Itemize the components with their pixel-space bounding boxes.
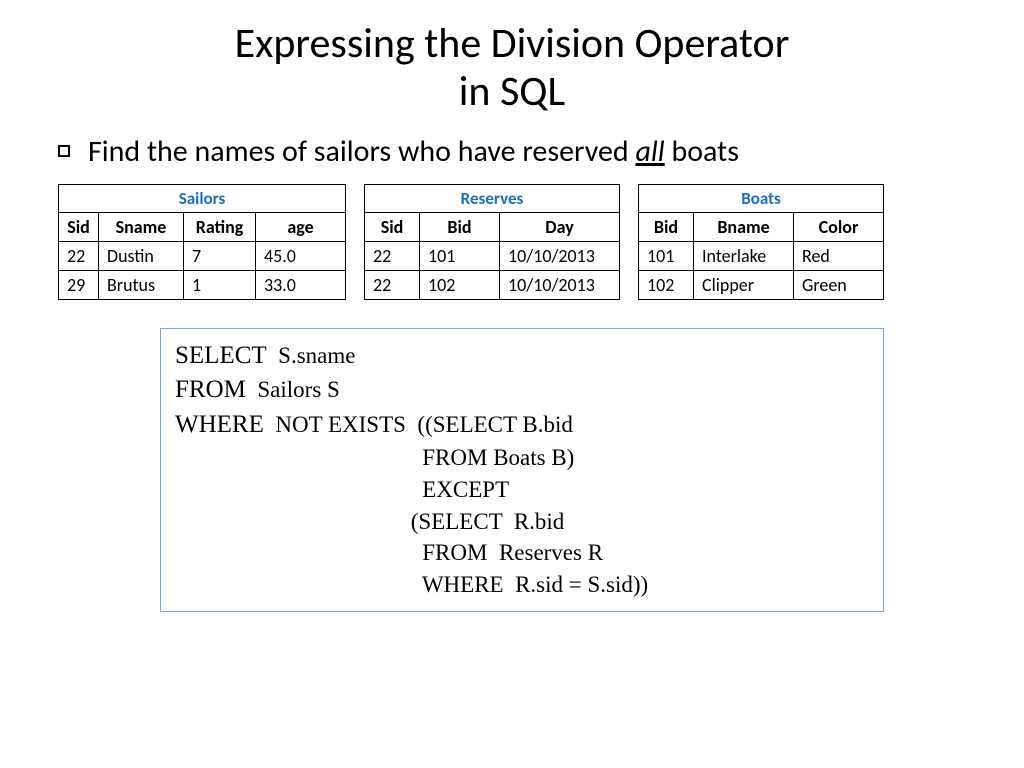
bullet-item: Find the names of sailors who have reser… xyxy=(58,133,974,170)
kw-where: WHERE xyxy=(175,411,264,438)
table-row: 22 102 10/10/2013 xyxy=(365,270,620,299)
cell: 1 xyxy=(184,270,256,299)
sailors-caption: Sailors xyxy=(58,184,346,212)
table-row: 101 Interlake Red xyxy=(639,241,884,270)
kw-select: SELECT xyxy=(175,342,267,369)
table-row: 29 Brutus 1 33.0 xyxy=(59,270,346,299)
table-row: 102 Clipper Green xyxy=(639,270,884,299)
tables-row: Sailors Sid Sname Rating age 22 Dustin 7… xyxy=(58,184,974,300)
table-row: 22 Dustin 7 45.0 xyxy=(59,241,346,270)
cell: Clipper xyxy=(694,270,794,299)
bullet-emph: all xyxy=(635,133,664,170)
col-day: Day xyxy=(500,212,620,241)
cell: 102 xyxy=(639,270,694,299)
col-rating: Rating xyxy=(184,212,256,241)
boats-table: Boats Bid Bname Color 101 Interlake Red … xyxy=(638,184,884,300)
col-color: Color xyxy=(794,212,884,241)
sql-frag: EXCEPT xyxy=(175,477,509,502)
sql-query-box: SELECT S.sname FROM Sailors S WHERE NOT … xyxy=(160,328,884,612)
reserves-table: Reserves Sid Bid Day 22 101 10/10/2013 2… xyxy=(364,184,620,300)
cell: Interlake xyxy=(694,241,794,270)
sql-frag: NOT EXISTS ((SELECT B.bid xyxy=(264,412,573,437)
cell: Red xyxy=(794,241,884,270)
reserves-caption: Reserves xyxy=(364,184,620,212)
col-bid: Bid xyxy=(639,212,694,241)
table-header-row: Sid Bid Day xyxy=(365,212,620,241)
cell: 7 xyxy=(184,241,256,270)
col-sid: Sid xyxy=(59,212,99,241)
table-header-row: Bid Bname Color xyxy=(639,212,884,241)
cell: 10/10/2013 xyxy=(500,241,620,270)
col-sid: Sid xyxy=(365,212,420,241)
sql-frag: Sailors S xyxy=(246,377,340,402)
cell: Green xyxy=(794,270,884,299)
cell: 102 xyxy=(420,270,500,299)
col-sname: Sname xyxy=(99,212,184,241)
cell: Dustin xyxy=(99,241,184,270)
cell: 101 xyxy=(420,241,500,270)
sailors-table: Sailors Sid Sname Rating age 22 Dustin 7… xyxy=(58,184,346,300)
cell: 22 xyxy=(365,270,420,299)
title-line1: Expressing the Division Operatorin SQL xyxy=(235,18,790,117)
col-bname: Bname xyxy=(694,212,794,241)
cell: 33.0 xyxy=(256,270,346,299)
table-row: 22 101 10/10/2013 xyxy=(365,241,620,270)
bullet-post: boats xyxy=(665,133,739,170)
cell: 45.0 xyxy=(256,241,346,270)
cell: 10/10/2013 xyxy=(500,270,620,299)
cell: Brutus xyxy=(99,270,184,299)
cell: 22 xyxy=(59,241,99,270)
cell: 29 xyxy=(59,270,99,299)
col-age: age xyxy=(256,212,346,241)
boats-caption: Boats xyxy=(638,184,884,212)
sql-frag: S.sname xyxy=(267,343,356,368)
cell: 101 xyxy=(639,241,694,270)
bullet-square-icon xyxy=(58,145,70,157)
kw-from: FROM xyxy=(175,376,246,403)
sql-frag: WHERE R.sid = S.sid)) xyxy=(175,572,648,597)
sql-frag: FROM Reserves R xyxy=(175,540,603,565)
cell: 22 xyxy=(365,241,420,270)
sql-frag: FROM Boats B) xyxy=(175,445,574,470)
table-header-row: Sid Sname Rating age xyxy=(59,212,346,241)
slide-title: Expressing the Division Operatorin SQL xyxy=(50,20,974,117)
bullet-pre: Find the names of sailors who have reser… xyxy=(88,133,635,170)
col-bid: Bid xyxy=(420,212,500,241)
sql-frag: (SELECT R.bid xyxy=(175,509,564,534)
bullet-text: Find the names of sailors who have reser… xyxy=(88,133,739,170)
